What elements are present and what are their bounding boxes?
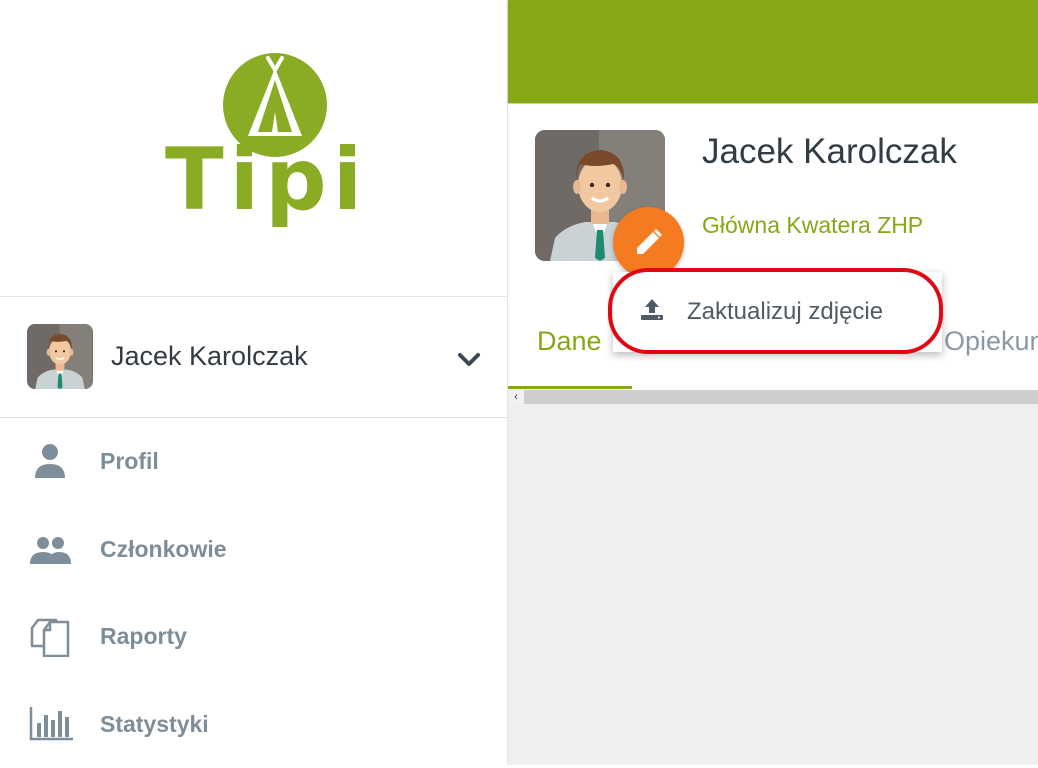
edit-photo-button[interactable] [613, 207, 684, 278]
tab-dane[interactable]: Dane [537, 326, 602, 357]
upload-icon [639, 296, 665, 322]
menu-item-label: Zaktualizuj zdjęcie [687, 298, 883, 326]
tab-opiekun[interactable]: Opiekun [944, 326, 1038, 357]
sidebar-item-raporty[interactable]: Raporty [0, 593, 507, 681]
user-switcher[interactable]: Jacek Karolczak [0, 297, 507, 418]
sidebar-item-statystyki[interactable]: Statystyki [0, 681, 507, 768]
user-avatar [27, 324, 93, 389]
top-bar [508, 0, 1038, 103]
person-icon [28, 442, 74, 482]
chevron-down-icon[interactable] [456, 350, 482, 370]
main-content: Jacek Karolczak Główna Kwatera ZHP Dane … [508, 0, 1038, 765]
brand-name: Tipi [165, 130, 335, 230]
sidebar-item-profil[interactable]: Profil [0, 418, 507, 506]
user-avatar-icon [27, 324, 93, 389]
sidebar-item-czlonkowie[interactable]: Członkowie [0, 506, 507, 594]
sidebar-item-label: Członkowie [100, 536, 227, 563]
pencil-icon [634, 228, 663, 257]
sidebar-item-label: Profil [100, 448, 159, 475]
logo-area: Tipi [0, 0, 507, 297]
photo-menu: Zaktualizuj zdjęcie [613, 272, 942, 352]
bar-chart-icon [28, 703, 74, 743]
sidebar-nav: Profil Członkowie Raporty [0, 418, 507, 768]
group-icon [28, 530, 74, 570]
documents-icon [28, 611, 74, 657]
sidebar: Tipi Jacek Karolczak [0, 0, 508, 765]
user-name: Jacek Karolczak [111, 341, 308, 372]
sidebar-item-label: Statystyki [100, 711, 209, 738]
scroll-left-arrow-icon[interactable]: ‹ [508, 390, 524, 404]
active-tab-indicator [508, 386, 632, 389]
sidebar-item-label: Raporty [100, 623, 187, 650]
profile-name: Jacek Karolczak [702, 132, 957, 172]
profile-organization: Główna Kwatera ZHP [702, 212, 923, 239]
update-photo-menu-item[interactable]: Zaktualizuj zdjęcie [613, 272, 942, 352]
horizontal-scrollbar[interactable]: ‹ [508, 390, 1038, 404]
